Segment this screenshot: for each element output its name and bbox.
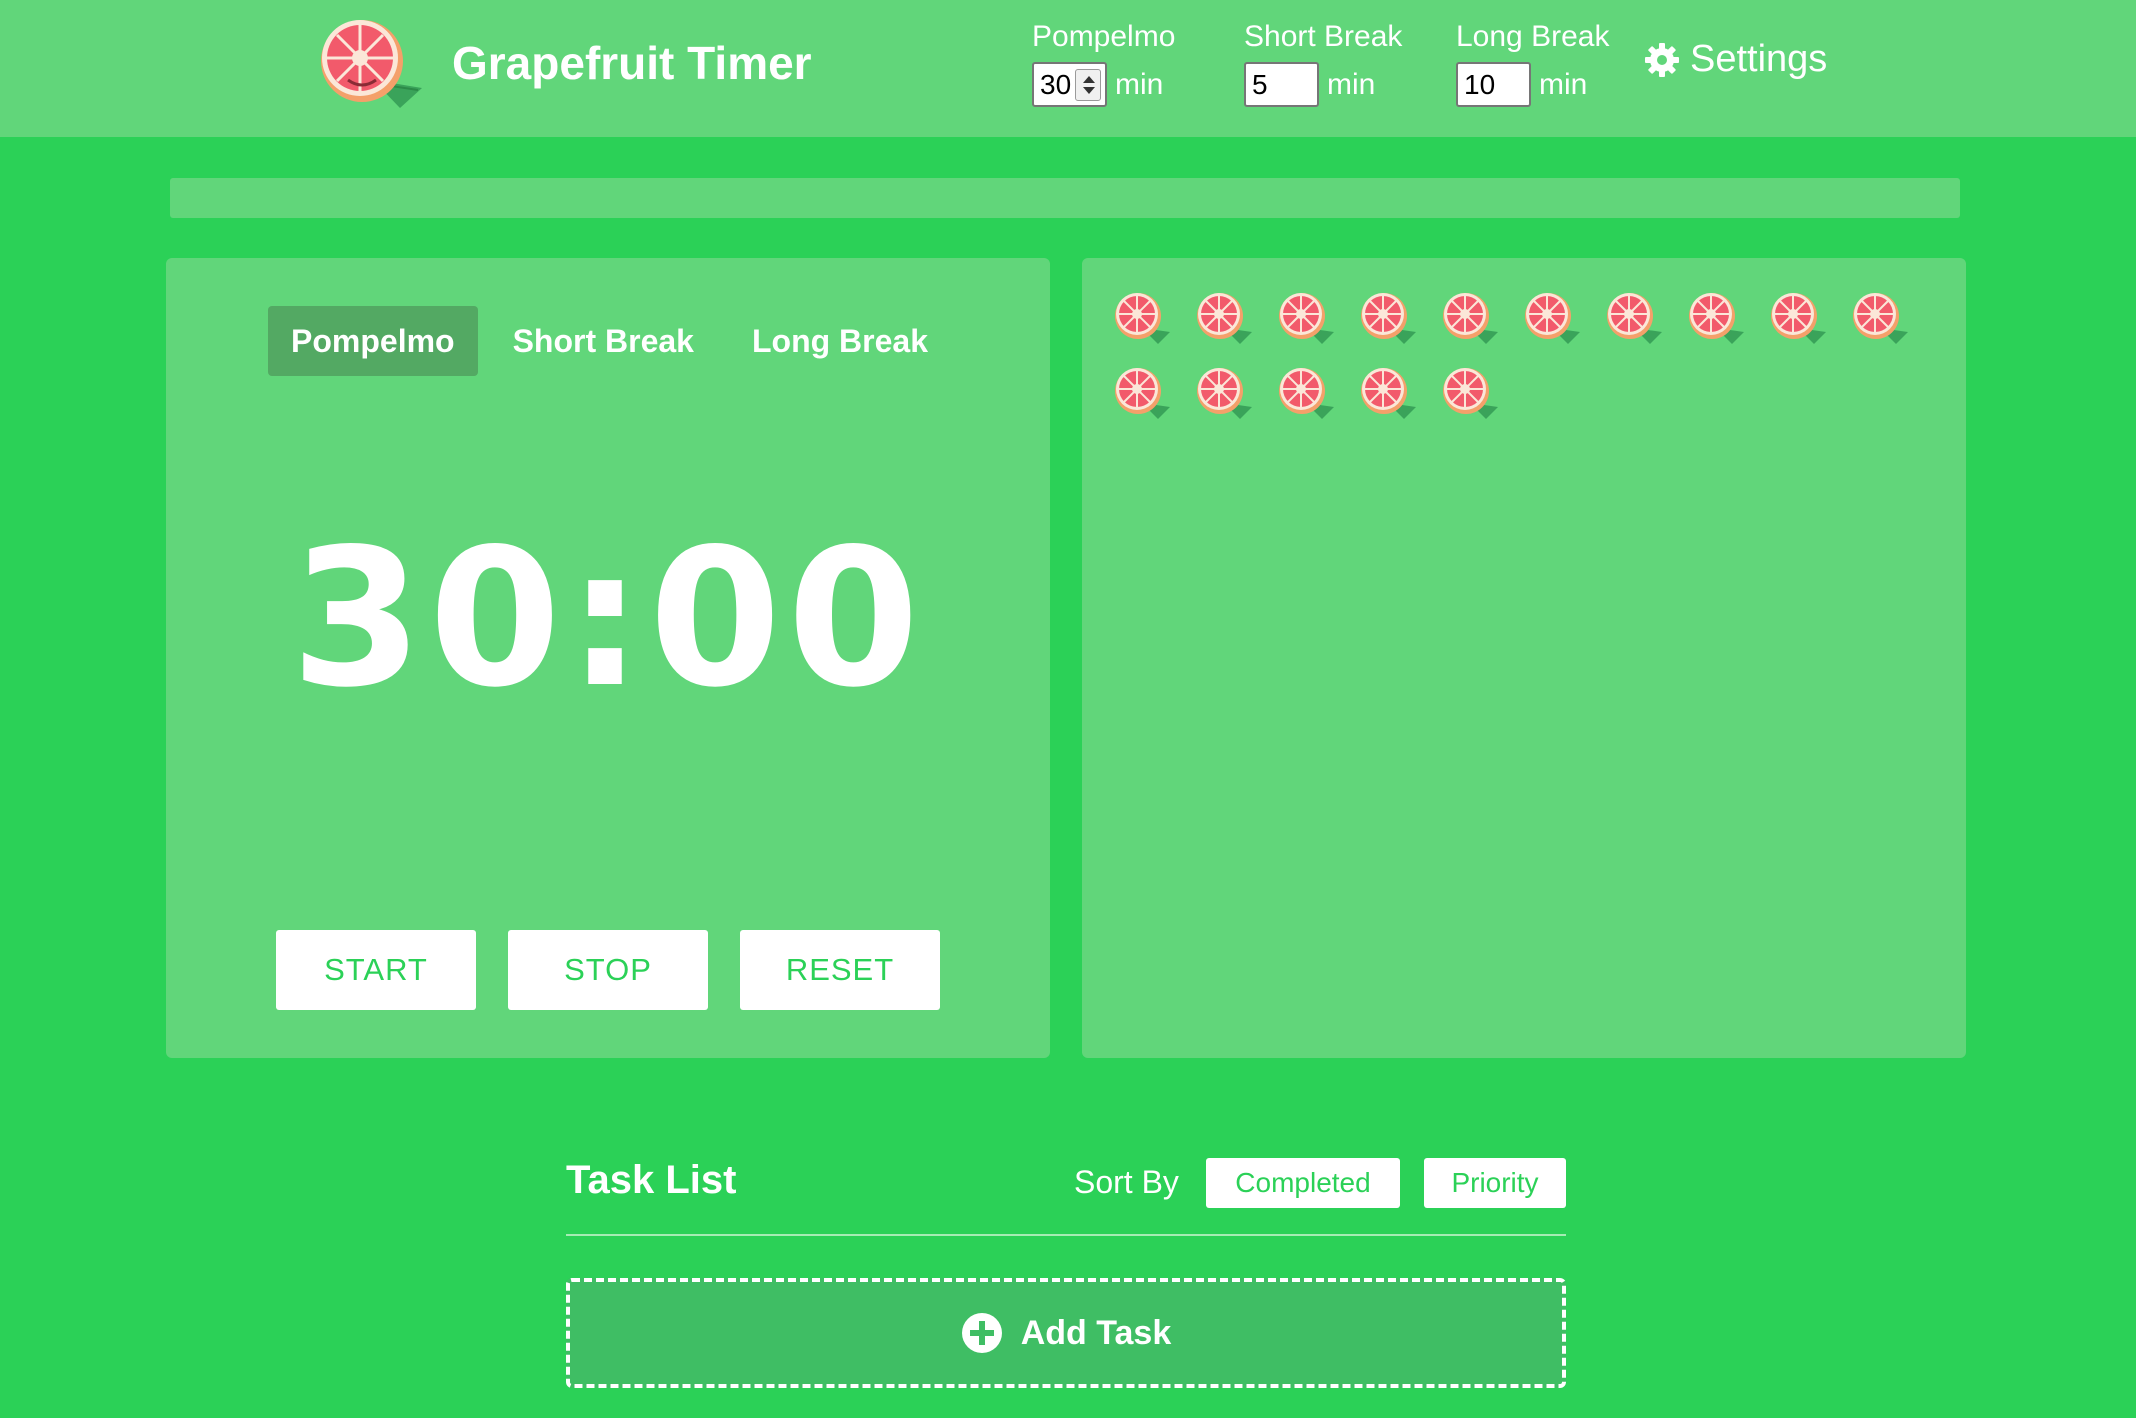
settings-button[interactable]: Settings — [1644, 38, 1827, 81]
completed-session-grapefruit-icon — [1768, 290, 1828, 345]
completed-session-grapefruit-icon — [1112, 365, 1172, 420]
completed-session-grapefruit-icon — [1276, 290, 1336, 345]
completed-session-grapefruit-icon — [1358, 365, 1418, 420]
number-spinner-icon[interactable] — [1075, 69, 1101, 101]
timer-panel: Pompelmo Short Break Long Break 30:00 ST… — [166, 258, 1050, 1058]
task-list-title: Task List — [566, 1158, 737, 1202]
completed-session-grapefruit-icon — [1440, 365, 1500, 420]
completed-session-grapefruit-icon — [1522, 290, 1582, 345]
app-header: Grapefruit Timer Pompelmo 30 min Short B… — [0, 0, 2136, 137]
settings-label: Settings — [1690, 38, 1828, 80]
long-break-duration-label: Long Break — [1456, 20, 1610, 53]
long-break-duration-group: Long Break 10 min — [1456, 20, 1609, 107]
completed-sessions-panel — [1082, 258, 1966, 1058]
stop-button[interactable]: STOP — [508, 930, 708, 1010]
app-title: Grapefruit Timer — [452, 37, 812, 89]
sort-completed-button[interactable]: Completed — [1206, 1158, 1400, 1208]
add-task-button[interactable]: Add Task — [566, 1278, 1566, 1388]
completed-session-grapefruit-icon — [1850, 290, 1910, 345]
long-break-duration-value: 10 — [1464, 68, 1496, 100]
completed-session-grapefruit-icon — [1194, 365, 1254, 420]
completed-session-grapefruit-icon — [1112, 290, 1172, 345]
start-button[interactable]: START — [276, 930, 476, 1010]
completed-session-grapefruit-icon — [1686, 290, 1746, 345]
plus-circle-icon — [961, 1313, 1002, 1353]
short-break-duration-unit: min — [1327, 67, 1376, 101]
short-break-duration-value: 5 — [1252, 68, 1268, 100]
sort-priority-button[interactable]: Priority — [1424, 1158, 1566, 1208]
completed-session-grapefruit-icon — [1276, 365, 1336, 420]
completed-session-grapefruit-icon — [1194, 290, 1254, 345]
pompelmo-duration-group: Pompelmo 30 min — [1032, 20, 1175, 107]
pompelmo-duration-value: 30 — [1040, 68, 1072, 100]
short-break-duration-input[interactable]: 5 — [1244, 62, 1319, 107]
sort-by-label: Sort By — [1074, 1164, 1179, 1200]
completed-session-grapefruit-icon — [1440, 290, 1500, 345]
task-list-divider — [566, 1234, 1566, 1236]
reset-button[interactable]: RESET — [740, 930, 940, 1010]
timer-progress-bar — [170, 178, 1960, 218]
long-break-duration-input[interactable]: 10 — [1456, 62, 1531, 107]
long-break-duration-unit: min — [1539, 67, 1588, 101]
grapefruit-logo-icon — [318, 18, 426, 110]
pompelmo-duration-label: Pompelmo — [1032, 20, 1176, 53]
mode-tabs: Pompelmo Short Break Long Break — [268, 306, 963, 376]
short-break-duration-label: Short Break — [1244, 20, 1403, 53]
timer-display: 30:00 — [290, 508, 926, 729]
gear-icon — [1645, 42, 1679, 77]
completed-session-grapefruit-icon — [1358, 290, 1418, 345]
short-break-duration-group: Short Break 5 min — [1244, 20, 1402, 107]
completed-session-grapefruit-icon — [1604, 290, 1664, 345]
pompelmo-duration-input[interactable]: 30 — [1032, 62, 1107, 107]
tab-long-break[interactable]: Long Break — [729, 306, 951, 376]
add-task-label: Add Task — [1020, 1313, 1172, 1352]
timer-controls: START STOP RESET — [276, 930, 972, 1010]
pompelmo-duration-unit: min — [1115, 67, 1164, 101]
tab-short-break[interactable]: Short Break — [490, 306, 717, 376]
completed-sessions-grid — [1112, 290, 1952, 440]
tab-pompelmo[interactable]: Pompelmo — [268, 306, 478, 376]
